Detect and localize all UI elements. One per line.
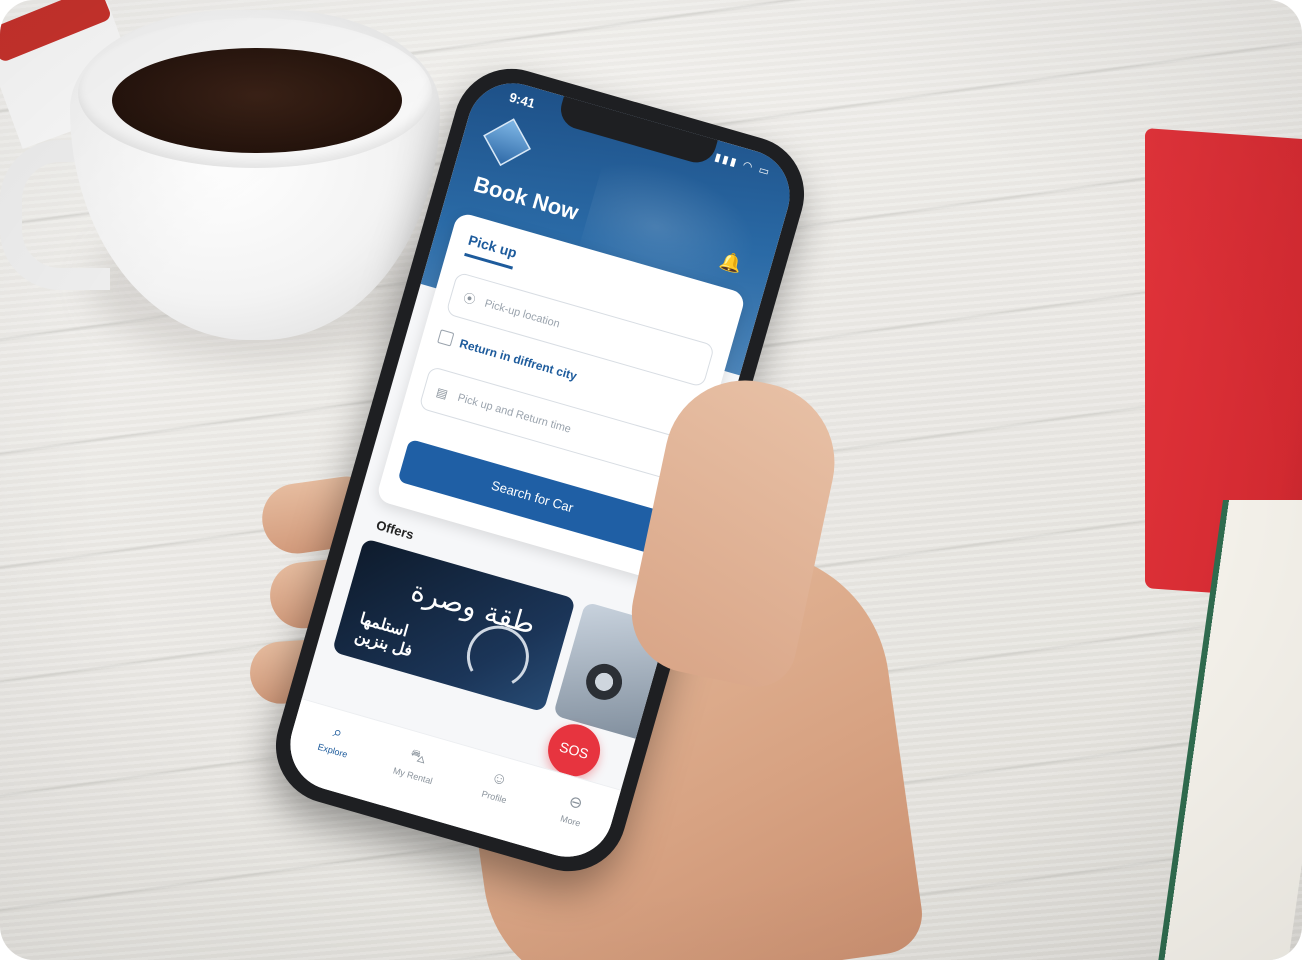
checkbox-icon: [437, 329, 455, 347]
offer-headline: طقة وصرة: [407, 574, 540, 641]
pickup-location-input[interactable]: ⦿ Pick-up location: [445, 271, 716, 388]
nav-item-profile[interactable]: ☺ Profile: [454, 760, 540, 813]
nav-label: More: [559, 813, 582, 829]
nav-item-more[interactable]: ⊖ More: [531, 782, 617, 837]
location-pin-icon: ⦿: [461, 290, 478, 308]
car-wheel-image: [581, 659, 627, 705]
photo-frame: 9:41 ▮▮▮ ◠ ▭ Book Now 🔔 Pick up ⦿ Pick-u…: [0, 0, 1302, 960]
offer-card[interactable]: طقة وصرة استلمها فل بنزين: [331, 538, 576, 713]
offers-title: Offers: [374, 517, 416, 543]
nav-item-explore[interactable]: ⌕ Explore: [293, 714, 379, 767]
calendar-icon: ▤: [434, 384, 450, 402]
pickup-location-placeholder: Pick-up location: [483, 297, 562, 331]
nav-label: Profile: [480, 788, 508, 806]
offer-subtext: استلمها فل بنزين: [352, 610, 419, 661]
pickup-return-time-placeholder: Pick up and Return time: [456, 391, 573, 436]
tab-pick-up[interactable]: Pick up: [464, 231, 519, 270]
coffee: [112, 48, 402, 153]
nav-item-my-rental[interactable]: ⛍ My Rental: [373, 737, 459, 792]
